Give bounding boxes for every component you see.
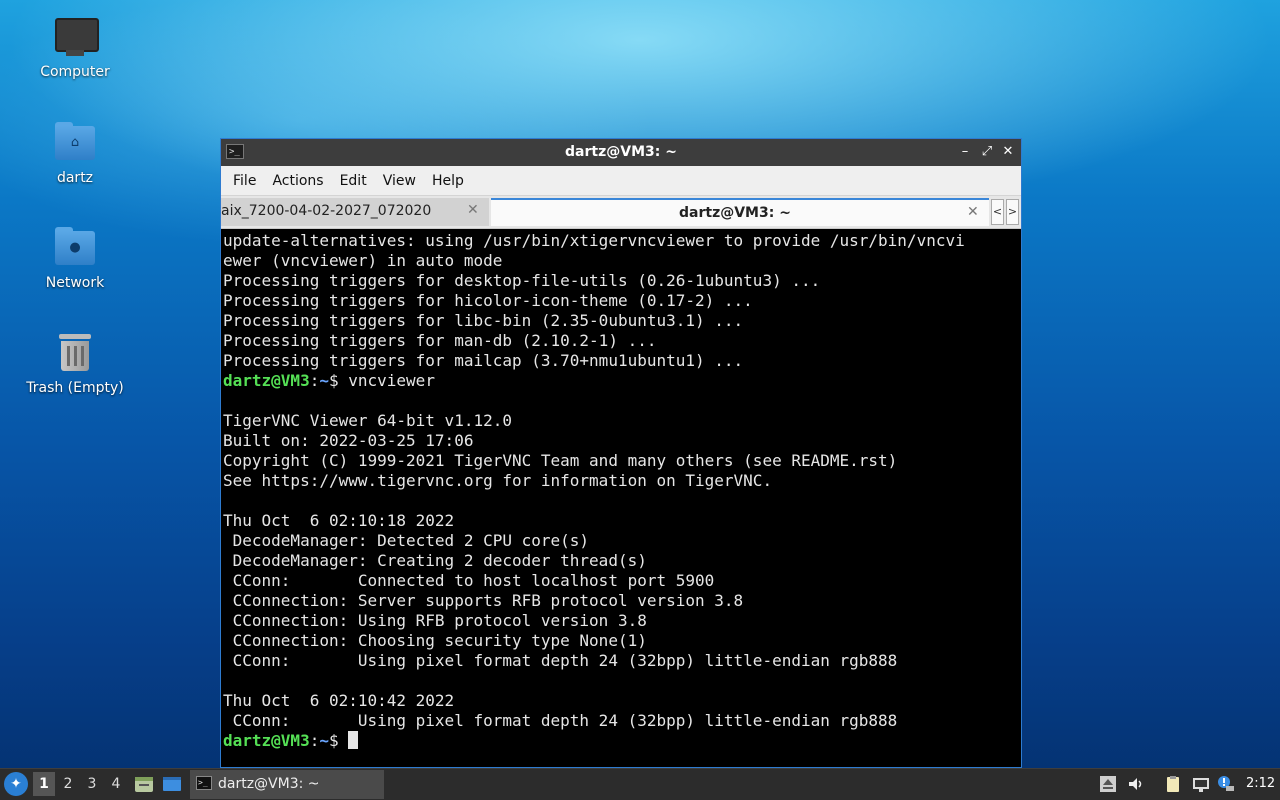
desktop-icon-label: Network (45, 275, 105, 291)
prompt-symbol: $ (328, 731, 349, 750)
terminal-line: DecodeManager: Creating 2 decoder thread… (223, 551, 647, 570)
workspace-4[interactable]: 4 (105, 772, 127, 796)
desktop-icon-trash[interactable]: Trash (Empty) (20, 330, 130, 396)
task-label: dartz@VM3: ~ (218, 776, 320, 792)
prompt-user: dartz@VM3 (223, 731, 310, 750)
terminal-line: ewer (vncviewer) in auto mode (223, 251, 503, 270)
terminal-line: TigerVNC Viewer 64-bit v1.12.0 (223, 411, 512, 430)
terminal-line: Processing triggers for libc-bin (2.35-0… (223, 311, 744, 330)
prompt-command: vncviewer (348, 371, 435, 390)
eject-icon[interactable] (1099, 775, 1117, 793)
menu-edit[interactable]: Edit (332, 173, 375, 189)
menu-help[interactable]: Help (424, 173, 472, 189)
minimize-button[interactable]: – (955, 142, 975, 162)
desktop-icon-network[interactable]: ● Network (20, 225, 130, 291)
tab-close-icon[interactable]: ✕ (467, 202, 479, 218)
home-folder-icon: ⌂ (53, 120, 97, 164)
tab-scroll-left-button[interactable]: < (991, 199, 1004, 225)
terminal-line: Processing triggers for man-db (2.10.2-1… (223, 331, 657, 350)
prompt-separator: : (309, 731, 320, 750)
show-desktop-icon[interactable] (162, 775, 182, 793)
clock[interactable]: 2:12 (1246, 776, 1275, 791)
taskbar-task-terminal[interactable]: >_ dartz@VM3: ~ (190, 770, 384, 799)
current-prompt-line[interactable]: dartz@VM3:~$ (223, 731, 1019, 751)
terminal-output[interactable]: update-alternatives: using /usr/bin/xtig… (223, 231, 1019, 765)
terminal-line: Processing triggers for hicolor-icon-the… (223, 291, 753, 310)
window-titlebar[interactable]: >_ dartz@VM3: ~ – ⤢ ✕ (221, 139, 1021, 166)
terminal-line: Thu Oct 6 02:10:18 2022 (223, 511, 455, 530)
menu-bar: File Actions Edit View Help (221, 166, 1021, 196)
close-button[interactable]: ✕ (998, 142, 1018, 162)
window-title: dartz@VM3: ~ (565, 144, 677, 160)
network-icon[interactable] (1192, 775, 1210, 793)
prompt-path: ~ (319, 731, 329, 750)
output-after: TigerVNC Viewer 64-bit v1.12.0 Built on: … (223, 391, 1019, 731)
terminal-line: Thu Oct 6 02:10:42 2022 (223, 691, 455, 710)
workspace-3[interactable]: 3 (81, 772, 103, 796)
workspace-2[interactable]: 2 (57, 772, 79, 796)
menu-actions[interactable]: Actions (264, 173, 331, 189)
terminal-line: CConn: Using pixel format depth 24 (32bp… (223, 651, 898, 670)
maximize-button[interactable]: ⤢ (977, 142, 997, 162)
desktop-icon-home[interactable]: ⌂ dartz (20, 120, 130, 186)
output-before: update-alternatives: using /usr/bin/xtig… (223, 231, 1019, 371)
terminal-line: DecodeManager: Detected 2 CPU core(s) (223, 531, 590, 550)
tab-label: dartz@VM3: ~ (679, 205, 791, 221)
file-manager-icon[interactable] (134, 775, 154, 793)
terminal-line: CConn: Connected to host localhost port … (223, 571, 715, 590)
terminal-line: update-alternatives: using /usr/bin/xtig… (223, 231, 965, 250)
tab-label: aix_7200-04-02-2027_072020 (221, 203, 432, 219)
terminal-line: CConnection: Server supports RFB protoco… (223, 591, 744, 610)
tab-bar: aix_7200-04-02-2027_072020 ✕ dartz@VM3: … (221, 196, 1021, 229)
volume-icon[interactable] (1127, 775, 1145, 793)
tab-scroll-right-button[interactable]: > (1006, 199, 1019, 225)
prompt-path: ~ (319, 371, 329, 390)
prompt-symbol: $ (328, 371, 349, 390)
trash-icon (53, 330, 97, 374)
computer-icon (53, 14, 99, 58)
text-cursor (348, 731, 359, 749)
desktop-icon-computer[interactable]: Computer (20, 14, 130, 80)
tab-close-icon[interactable]: ✕ (967, 204, 979, 220)
terminal-line: Processing triggers for desktop-file-uti… (223, 271, 821, 290)
terminal-line: CConn: Using pixel format depth 24 (32bp… (223, 711, 898, 730)
prompt-user: dartz@VM3 (223, 371, 310, 390)
clipboard-icon[interactable] (1164, 775, 1182, 793)
terminal-window[interactable]: >_ dartz@VM3: ~ – ⤢ ✕ File Actions Edit … (220, 138, 1022, 768)
taskbar: ✦ 1 2 3 4 >_ dartz@VM3: ~ 2:12 (0, 768, 1280, 800)
terminal-line: Copyright (C) 1999-2021 TigerVNC Team an… (223, 451, 898, 470)
terminal-line: CConnection: Using RFB protocol version … (223, 611, 647, 630)
terminal-icon: >_ (196, 776, 212, 790)
prompt-separator: : (309, 371, 320, 390)
desktop-icon-label: Trash (Empty) (26, 380, 124, 396)
start-menu-button[interactable]: ✦ (4, 772, 28, 796)
terminal-line: CConnection: Choosing security type None… (223, 631, 647, 650)
terminal-line: Processing triggers for mailcap (3.70+nm… (223, 351, 744, 370)
workspace-1[interactable]: 1 (33, 772, 55, 796)
menu-file[interactable]: File (225, 173, 264, 189)
notification-icon[interactable] (1217, 775, 1235, 793)
prompt-line: dartz@VM3:~$ vncviewer (223, 371, 1019, 391)
desktop-icon-label: dartz (56, 170, 94, 186)
terminal-line: See https://www.tigervnc.org for informa… (223, 471, 773, 490)
tab-aix[interactable]: aix_7200-04-02-2027_072020 ✕ (221, 198, 489, 226)
tab-dartz[interactable]: dartz@VM3: ~ ✕ (491, 198, 989, 226)
terminal-line: Built on: 2022-03-25 17:06 (223, 431, 474, 450)
desktop-icon-label: Computer (40, 64, 110, 80)
menu-view[interactable]: View (375, 173, 424, 189)
network-folder-icon: ● (53, 225, 97, 269)
